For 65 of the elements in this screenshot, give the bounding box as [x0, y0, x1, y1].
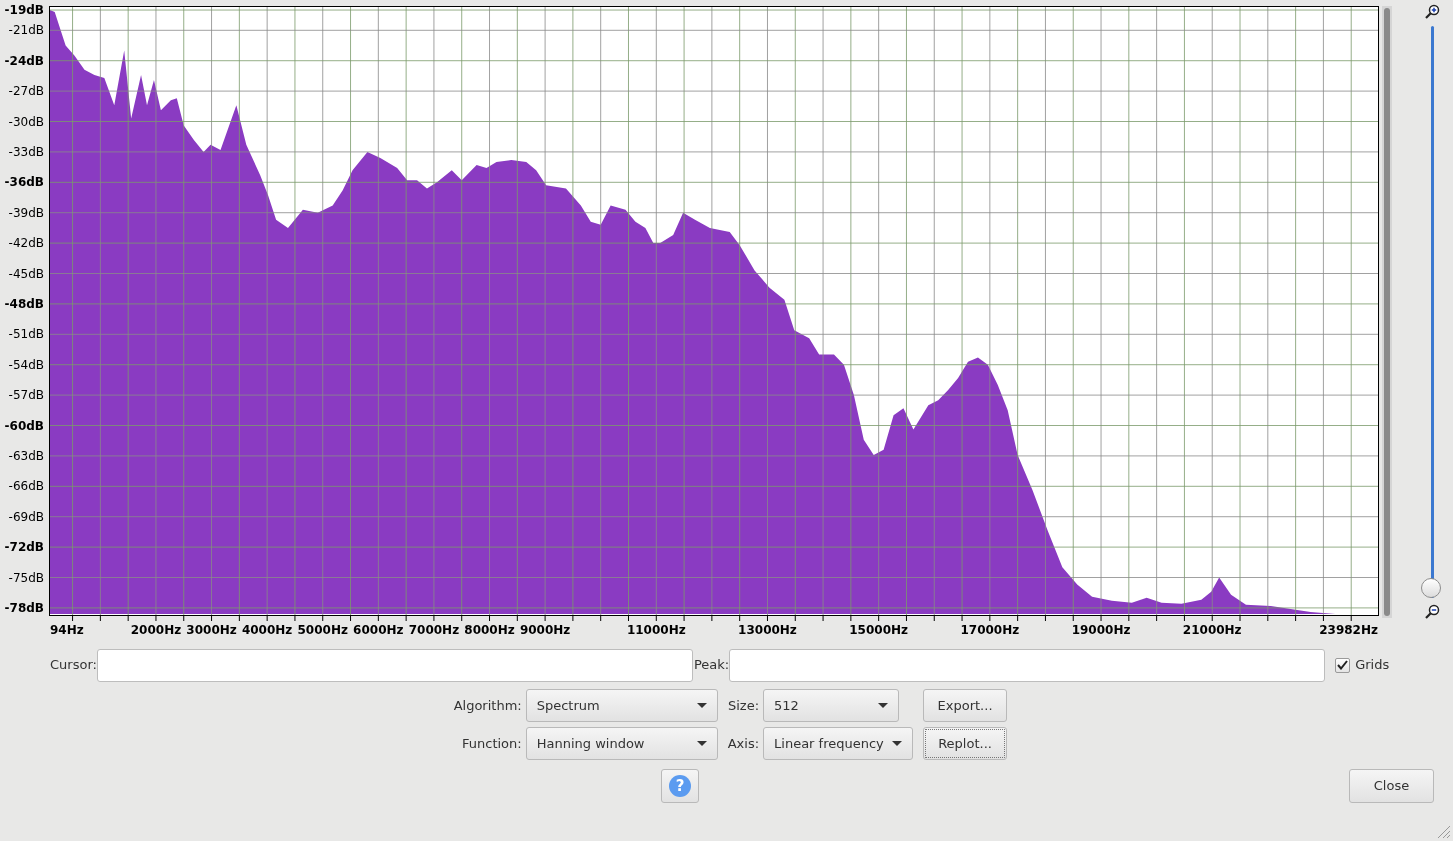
- y-axis-label: -42dB: [8, 236, 44, 251]
- x-axis-label: 23982Hz: [1319, 623, 1378, 637]
- y-axis-label: -66dB: [8, 479, 44, 494]
- y-axis-label: -78dB: [4, 600, 44, 615]
- y-axis-label: -45dB: [8, 266, 44, 281]
- caret-icon: [892, 741, 903, 746]
- x-axis-label: 8000Hz: [464, 623, 515, 637]
- cursor-field[interactable]: [96, 648, 693, 682]
- y-axis-label: -27dB: [8, 84, 44, 99]
- x-axis-label: 21000Hz: [1182, 623, 1242, 637]
- y-axis-label: -33dB: [8, 144, 44, 159]
- caret-icon: [696, 741, 707, 746]
- y-axis-label: -57dB: [8, 388, 44, 403]
- grids-checkbox[interactable]: [1335, 657, 1351, 673]
- y-axis-label: -21dB: [8, 23, 44, 38]
- y-axis-label: -54dB: [8, 357, 44, 372]
- resize-grip-icon[interactable]: [1435, 823, 1451, 839]
- close-button[interactable]: Close: [1349, 769, 1434, 803]
- zoom-in-icon[interactable]: [1424, 4, 1440, 20]
- algorithm-dropdown[interactable]: Spectrum: [525, 689, 718, 722]
- peak-label: Peak:: [693, 656, 730, 675]
- x-axis-label: 17000Hz: [960, 623, 1020, 637]
- y-axis-label: -24dB: [4, 53, 44, 68]
- y-axis-label: -72dB: [4, 540, 44, 555]
- cursor-label: Cursor:: [50, 656, 97, 675]
- y-axis-label: -39dB: [8, 205, 44, 220]
- x-axis-label: 19000Hz: [1071, 623, 1131, 637]
- x-axis-label: 13000Hz: [738, 623, 797, 637]
- x-axis-label: 7000Hz: [408, 623, 460, 637]
- size-dropdown[interactable]: 512: [763, 689, 900, 722]
- axis-dropdown[interactable]: Linear frequency: [763, 727, 914, 760]
- zoom-out-icon[interactable]: [1424, 604, 1440, 620]
- x-axis-label: 94Hz: [50, 623, 84, 637]
- x-axis-label: 15000Hz: [849, 623, 909, 637]
- y-axis-label: -48dB: [4, 296, 44, 311]
- x-axis-label: 2000Hz: [130, 623, 182, 637]
- y-axis-label: -63dB: [8, 448, 44, 463]
- x-axis-label: 5000Hz: [297, 623, 348, 637]
- axis-label: Axis:: [727, 734, 760, 753]
- size-label: Size:: [727, 696, 760, 715]
- caret-icon: [696, 703, 707, 708]
- x-axis-label: 3000Hz: [186, 623, 237, 637]
- x-axis-label: 9000Hz: [519, 623, 571, 637]
- scrollbar[interactable]: [1382, 6, 1392, 618]
- y-axis-label: -36dB: [4, 175, 44, 190]
- caret-icon: [878, 703, 889, 708]
- check-icon: [1337, 660, 1349, 670]
- x-axis-label: 4000Hz: [241, 623, 293, 637]
- x-axis-label: 11000Hz: [626, 623, 686, 637]
- y-axis-label: -69dB: [8, 509, 44, 524]
- function-dropdown[interactable]: Hanning window: [525, 727, 718, 760]
- function-label: Function:: [462, 734, 522, 753]
- y-axis-label: -30dB: [8, 114, 44, 129]
- zoom-slider[interactable]: [1421, 26, 1443, 598]
- zoom-slider-thumb[interactable]: [1421, 578, 1441, 598]
- replot-button[interactable]: Replot...: [923, 727, 1008, 760]
- x-axis-label: 6000Hz: [353, 623, 404, 637]
- algorithm-label: Algorithm:: [453, 696, 522, 715]
- y-axis-label: -60dB: [4, 418, 44, 433]
- y-axis-label: -51dB: [8, 327, 44, 342]
- peak-field[interactable]: [729, 648, 1326, 682]
- y-axis-label: -19dB: [4, 3, 44, 18]
- grids-label: Grids: [1355, 656, 1390, 675]
- export-button[interactable]: Export...: [923, 689, 1008, 722]
- y-axis-label: -75dB: [8, 570, 44, 585]
